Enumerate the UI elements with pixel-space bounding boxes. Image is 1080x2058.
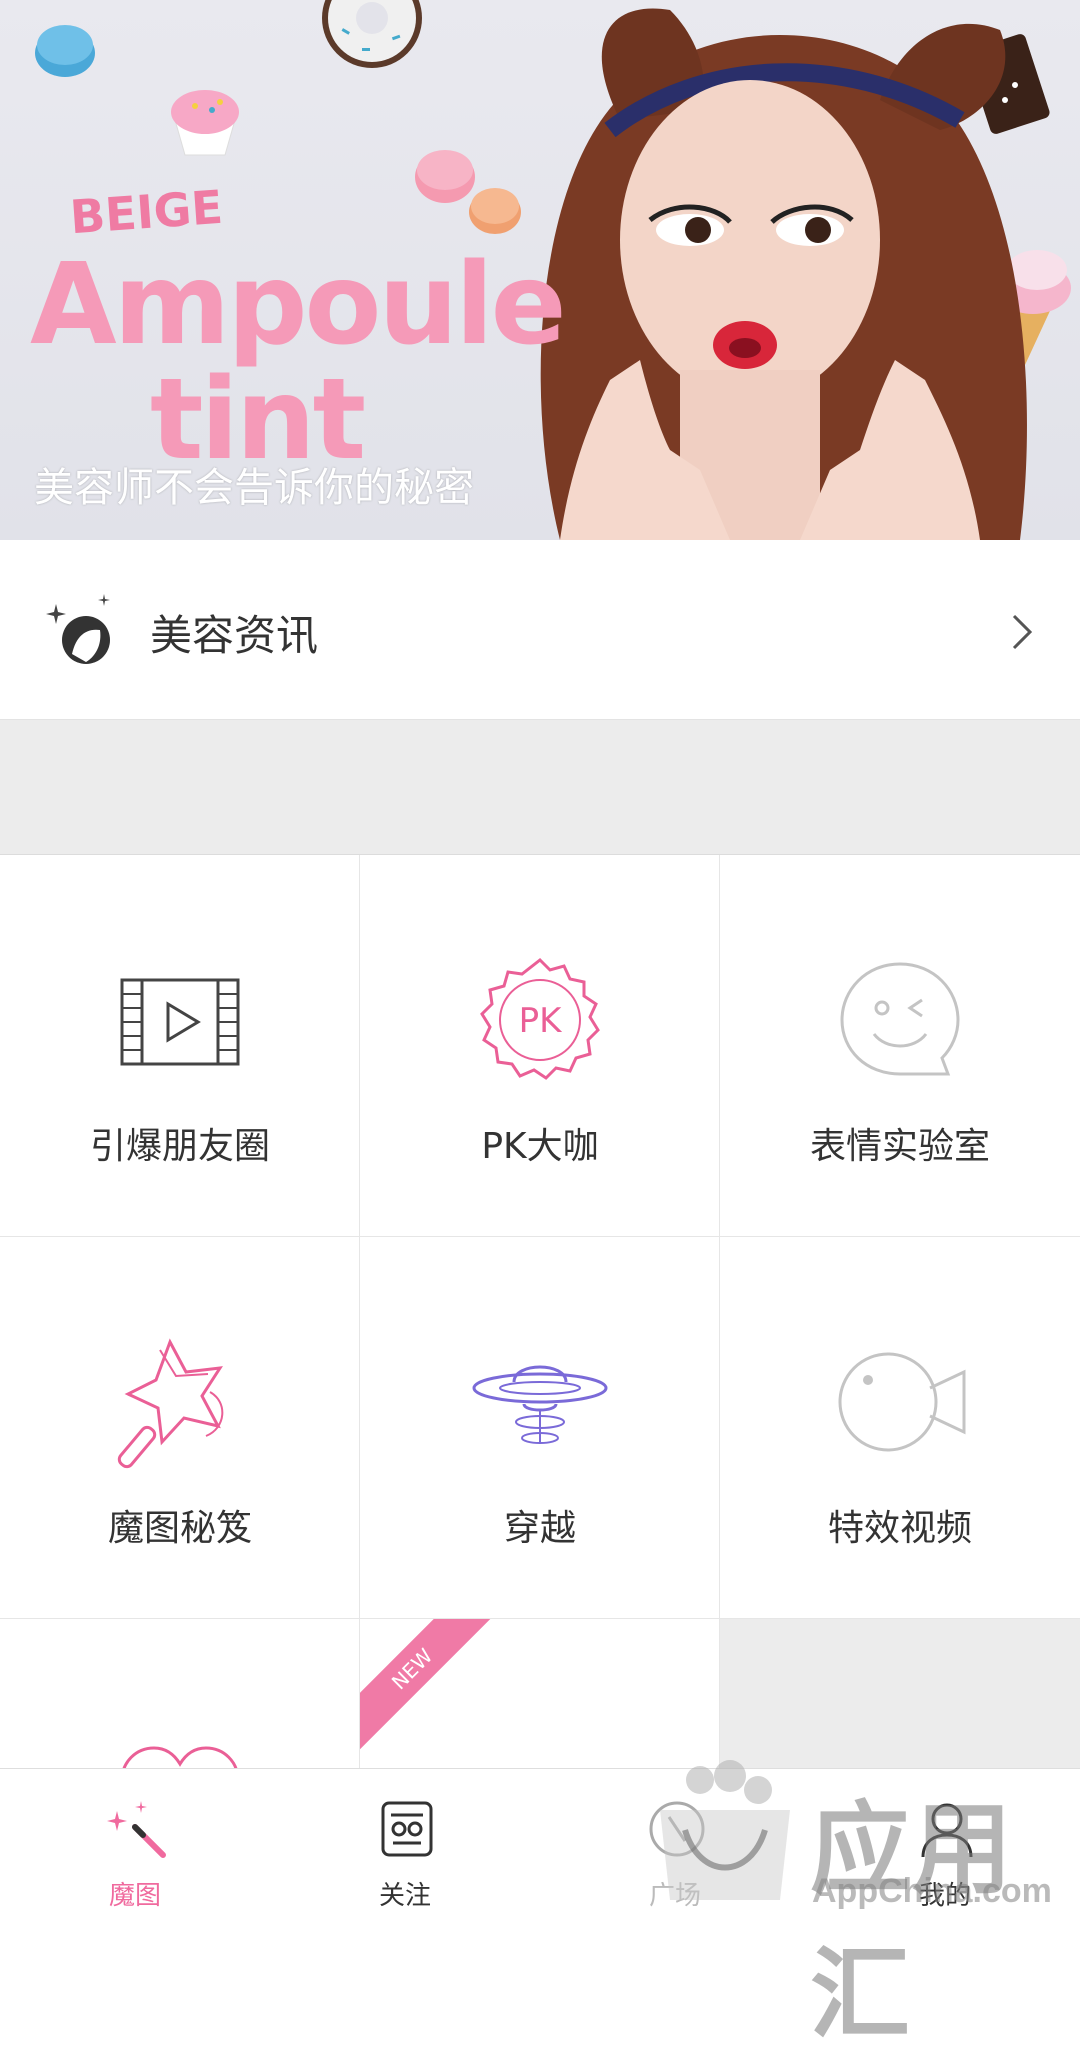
nav-label: 我的: [918, 1881, 971, 1911]
bottom-nav: 魔图 关注 广场 我的: [0, 1768, 1080, 1920]
video-camera-icon: [838, 1352, 966, 1452]
heart-icon: [122, 1746, 238, 1769]
user-icon: [921, 1803, 973, 1858]
banner-headline-1: Ampoule: [30, 240, 567, 370]
compass-icon: [649, 1801, 705, 1857]
follow-face-icon: [381, 1801, 433, 1857]
grid-item-label: PK大咖: [481, 1126, 599, 1167]
grid-empty-cell: [720, 1619, 1080, 1770]
section-divider: [0, 720, 1080, 855]
nav-tab-square[interactable]: 广场: [540, 1769, 810, 1921]
donut-icon: [322, 0, 422, 68]
ufo-icon: [472, 1365, 608, 1444]
nav-tab-mine[interactable]: 我的: [810, 1769, 1080, 1921]
banner-caption: 美容师不会告诉你的秘密: [34, 465, 474, 511]
svg-text:PK: PK: [519, 1001, 564, 1041]
grid-item-moments[interactable]: 引爆朋友圈: [0, 855, 360, 1237]
grid-item-tips[interactable]: 魔图秘笈: [0, 1237, 360, 1619]
beauty-news-label: 美容资讯: [150, 611, 319, 660]
grid-item-new[interactable]: NEW: [360, 1619, 720, 1770]
grid-item-label: 表情实验室: [809, 1126, 990, 1167]
nav-label: 关注: [378, 1881, 431, 1911]
crown-icon: [470, 1714, 610, 1770]
cupcake-icon: [171, 90, 239, 156]
nav-tab-follow[interactable]: 关注: [270, 1769, 540, 1921]
film-play-icon: [120, 978, 240, 1066]
grid-item-pk[interactable]: PK PK大咖: [360, 855, 720, 1237]
grid-item-time-travel[interactable]: 穿越: [360, 1237, 720, 1619]
feature-grid: 引爆朋友圈 PK PK大咖 表情实验室 魔图秘笈 穿越 特效视频 NEW: [0, 855, 1080, 1770]
beauty-news-row[interactable]: 美容资讯: [0, 540, 1080, 720]
magic-wand-icon: [107, 1801, 166, 1858]
hero-banner[interactable]: BEIGE Ampoule tint 美容师不会告诉你的秘密: [0, 0, 1080, 540]
grid-item-label: 特效视频: [827, 1508, 972, 1549]
nav-label: 魔图: [108, 1881, 161, 1911]
pk-badge-icon: PK: [480, 958, 600, 1080]
grid-item-label: 引爆朋友圈: [89, 1126, 270, 1167]
grid-item-label: 穿越: [503, 1508, 576, 1549]
macaron-blue-icon: [35, 25, 95, 77]
grid-item-effect-video[interactable]: 特效视频: [720, 1237, 1080, 1619]
nav-label: 广场: [648, 1881, 701, 1911]
grid-item-expression-lab[interactable]: 表情实验室: [720, 855, 1080, 1237]
grid-item-heart[interactable]: [0, 1619, 360, 1770]
chevron-right-icon: [1012, 614, 1033, 650]
wink-face-icon: [840, 962, 960, 1076]
nav-tab-motu[interactable]: 魔图: [0, 1769, 270, 1921]
grid-item-label: 魔图秘笈: [107, 1508, 252, 1549]
banner-brand: BEIGE: [68, 179, 225, 245]
model-photo: [540, 8, 1027, 540]
beauty-sparkle-icon: [46, 594, 110, 664]
magic-wand-star-icon: [117, 1338, 224, 1469]
